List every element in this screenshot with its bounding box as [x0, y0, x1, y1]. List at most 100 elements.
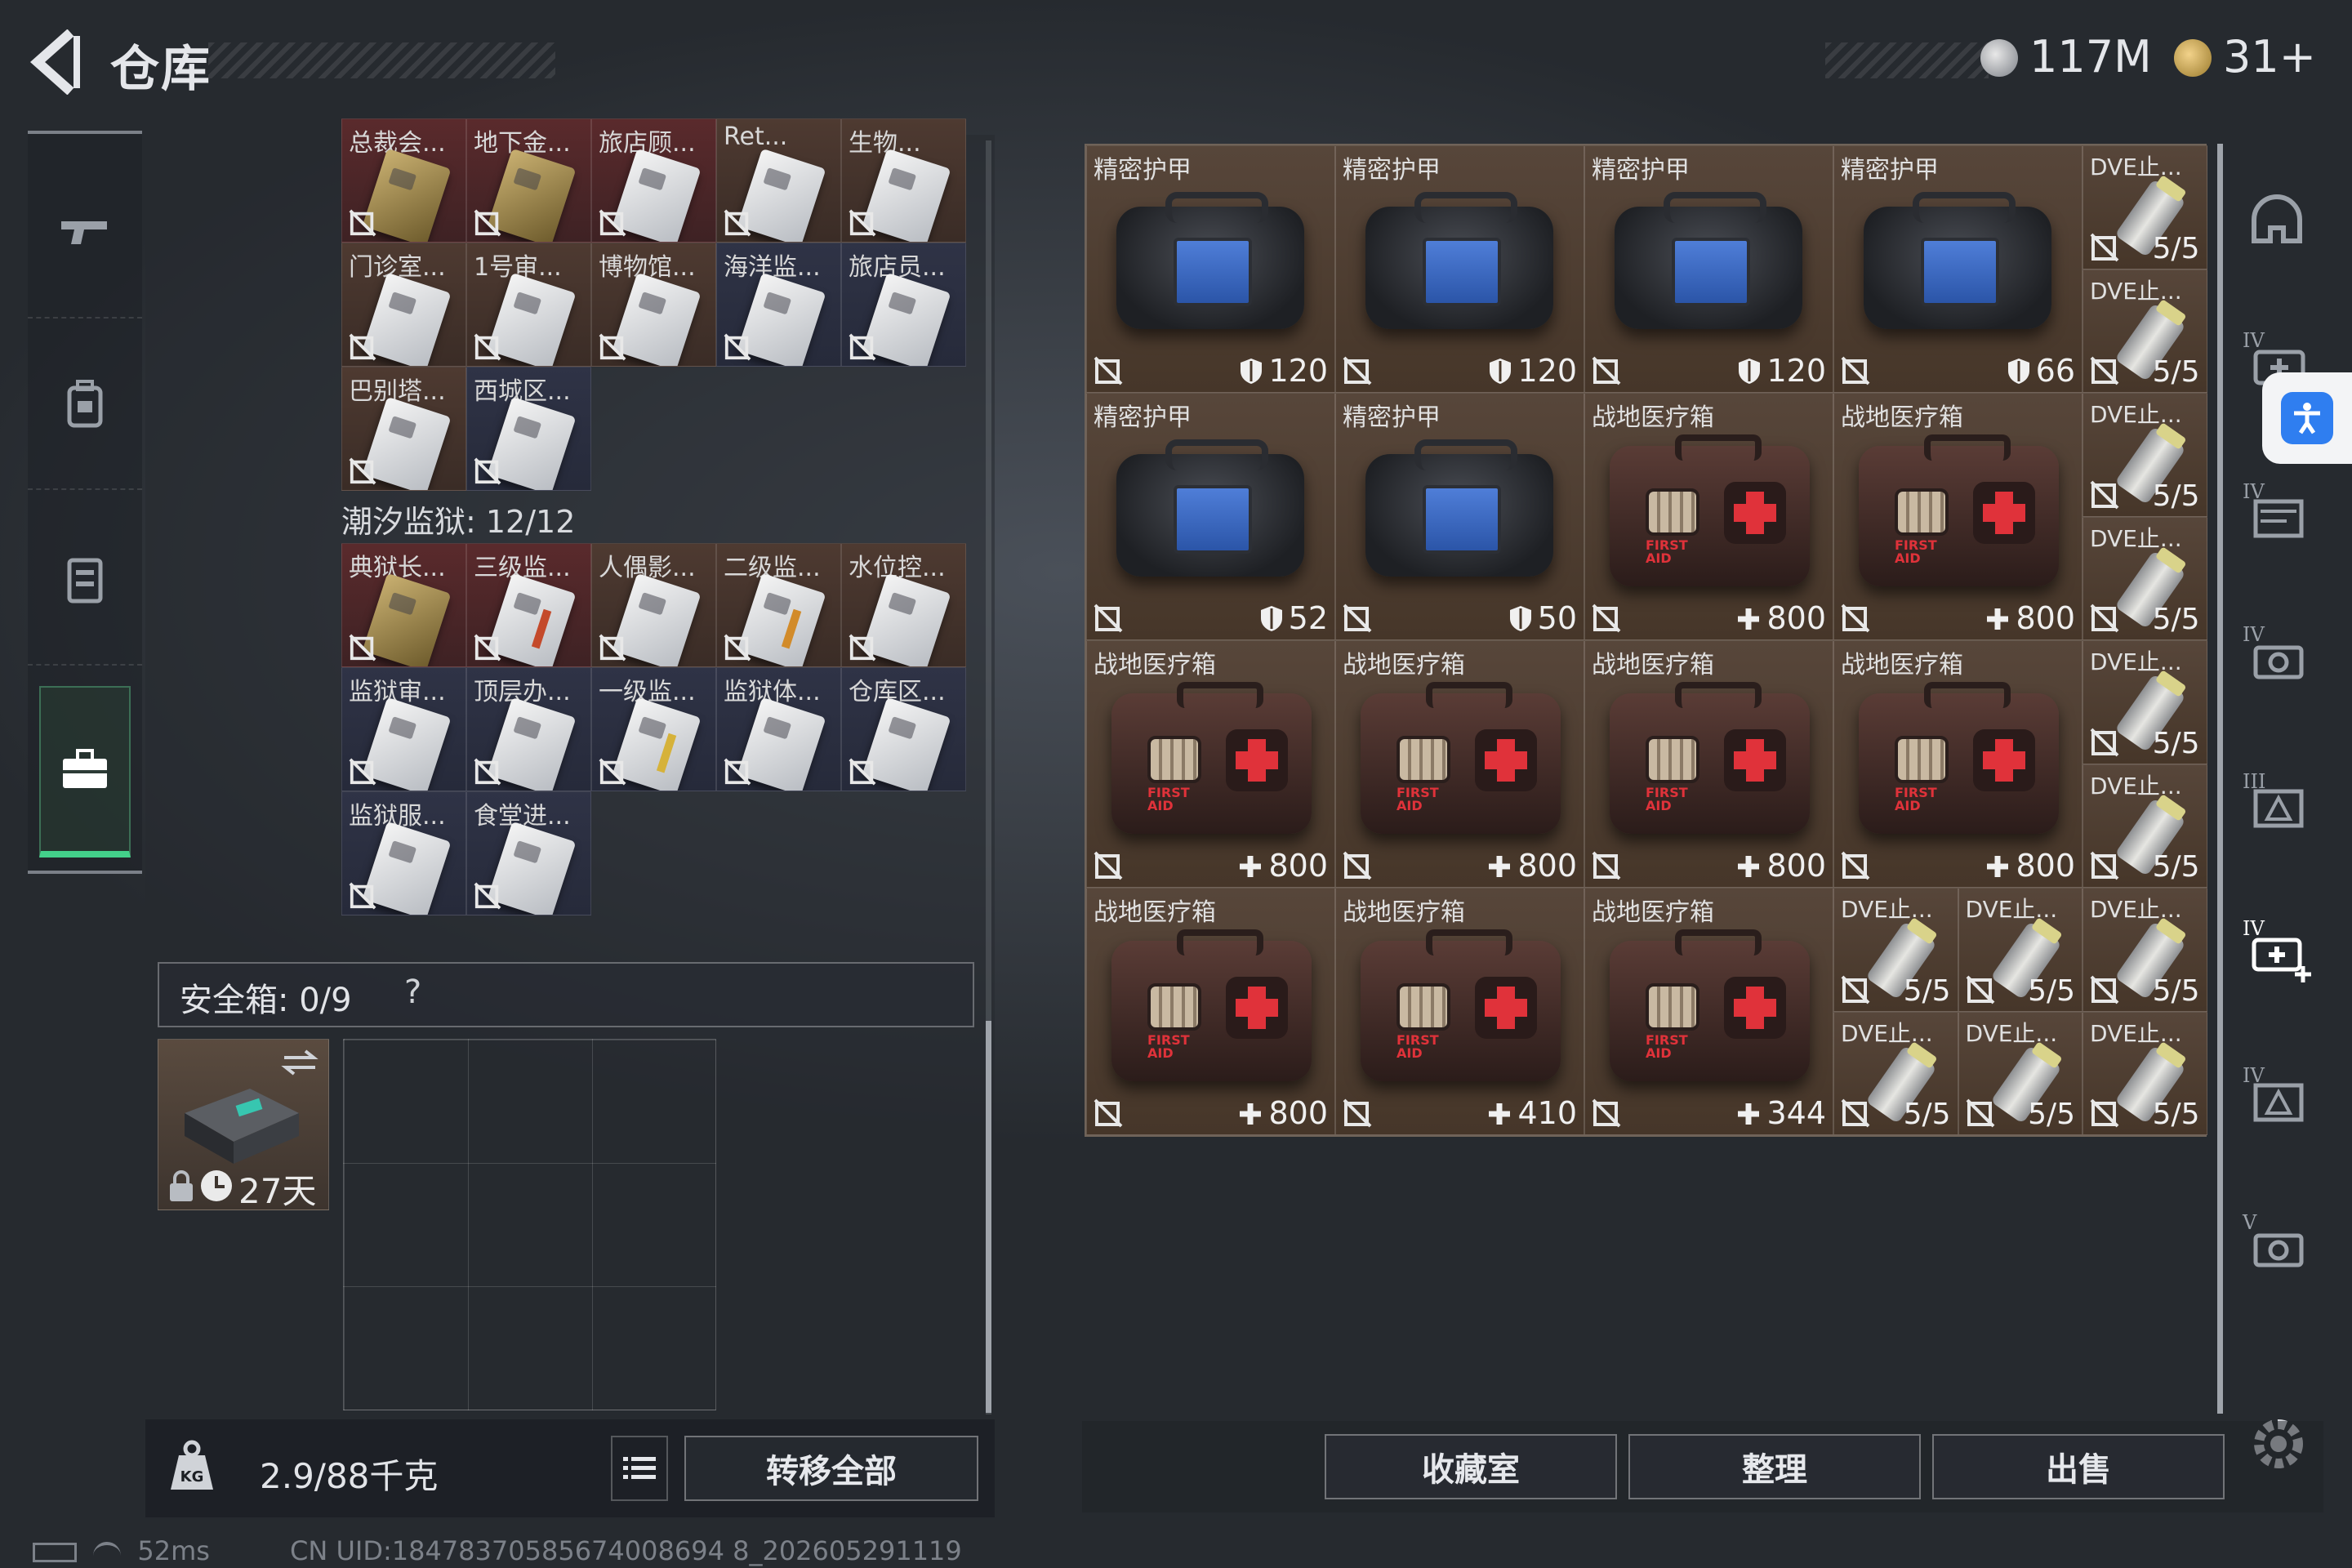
armor-item[interactable]: 精密护甲 120 [1584, 145, 1833, 393]
nav-armor[interactable] [28, 494, 142, 666]
key-card[interactable]: 监狱服... [341, 791, 466, 915]
sell-button[interactable]: 出售 [1932, 1434, 2225, 1499]
medkit-item[interactable]: 战地医疗箱 FIRST AID 800 [1833, 640, 2082, 888]
key-card[interactable]: 旅店员... [841, 243, 966, 367]
accessibility-button[interactable] [2262, 372, 2352, 464]
transfer-all-button[interactable]: 转移全部 [684, 1436, 978, 1501]
key-card[interactable]: 典狱长... [341, 543, 466, 667]
svg-text:IV: IV [2243, 623, 2265, 646]
armor-item[interactable]: 精密护甲 66 [1833, 145, 2082, 393]
key-card[interactable]: 水位控... [841, 543, 966, 667]
no-insure-icon [474, 457, 501, 485]
helmet-icon[interactable] [2238, 184, 2316, 262]
medkit-item[interactable]: 战地医疗箱 FIRST AID 410 [1335, 888, 1584, 1135]
nav-backpack[interactable] [28, 318, 142, 490]
svg-text:V: V [2242, 1211, 2257, 1234]
key-card[interactable]: 二级监... [716, 543, 841, 667]
key-card[interactable]: 海洋监... [716, 243, 841, 367]
medkit-item[interactable]: 战地医疗箱 FIRST AID 800 [1584, 393, 1833, 640]
item-name: DVE止... [1965, 896, 2058, 923]
IV-storage-icon[interactable]: IV [2238, 474, 2316, 552]
help-icon[interactable]: ? [404, 973, 421, 1011]
swap-icon[interactable] [281, 1048, 318, 1077]
painkiller-item[interactable]: DVE止... 5/5 [2082, 145, 2207, 270]
item-durability: 344 [1735, 1095, 1826, 1131]
V-camera-icon[interactable]: V [2238, 1205, 2316, 1283]
item-value: 800 [1268, 1095, 1328, 1131]
item-name: 精密护甲 [1343, 403, 1441, 432]
no-insure-icon [1094, 851, 1123, 880]
key-card[interactable]: Ret... [716, 118, 841, 243]
armor-item[interactable]: 精密护甲 120 [1086, 145, 1335, 393]
painkiller-item[interactable]: DVE止... 5/5 [1958, 888, 2082, 1012]
silver-coin-icon [1980, 39, 2018, 77]
painkiller-item[interactable]: DVE止... 5/5 [2082, 1011, 2207, 1135]
painkiller-item[interactable]: DVE止... 5/5 [2082, 516, 2207, 640]
armor-item[interactable]: 精密护甲 52 [1086, 393, 1335, 640]
key-card[interactable]: 生物... [841, 118, 966, 243]
storage-scrollbar-thumb[interactable] [986, 1021, 991, 1413]
key-card[interactable]: 博物馆... [591, 243, 716, 367]
key-card[interactable]: 1号审... [466, 243, 591, 367]
key-card[interactable]: 三级监... [466, 543, 591, 667]
medkit-item[interactable]: 战地医疗箱 FIRST AID 800 [1086, 640, 1335, 888]
item-value: 800 [2016, 600, 2075, 636]
nav-items[interactable] [39, 686, 131, 858]
item-name: DVE止... [2090, 524, 2182, 552]
plus-icon [1738, 856, 1760, 877]
organize-button[interactable]: 整理 [1628, 1434, 1921, 1499]
inventory-scrollbar-thumb[interactable] [2217, 144, 2223, 1414]
key-card[interactable]: 食堂进... [466, 791, 591, 915]
no-insure-icon [1592, 356, 1621, 385]
collection-room-button[interactable]: 收藏室 [1325, 1434, 1617, 1499]
key-card[interactable]: 人偶影... [591, 543, 716, 667]
painkiller-item[interactable]: DVE止... 5/5 [1833, 1011, 1958, 1135]
page-title: 仓库 [110, 41, 212, 98]
medkit-item[interactable]: 战地医疗箱 FIRST AID 800 [1584, 640, 1833, 888]
back-arrow-icon[interactable] [24, 29, 90, 95]
painkiller-item[interactable]: DVE止... 5/5 [2082, 640, 2207, 764]
painkiller-item[interactable]: DVE止... 5/5 [2082, 393, 2207, 517]
no-insure-icon [599, 758, 626, 786]
item-durability: 800 [1735, 600, 1826, 636]
item-name: 精密护甲 [1094, 156, 1192, 185]
medkit-item[interactable]: 战地医疗箱 FIRST AID 800 [1086, 888, 1335, 1135]
premium-currency-balance[interactable]: 31+ [2223, 31, 2316, 82]
key-card[interactable]: 顶层办... [466, 667, 591, 791]
key-card[interactable]: 仓库区... [841, 667, 966, 791]
painkiller-item[interactable]: DVE止... 5/5 [1958, 1011, 2082, 1135]
IV-warning-icon[interactable]: IV [2238, 1058, 2316, 1136]
painkiller-item[interactable]: DVE止... 5/5 [2082, 764, 2207, 888]
item-durability: 800 [1237, 1095, 1328, 1131]
key-card[interactable]: 门诊室... [341, 243, 466, 367]
list-view-button[interactable] [611, 1436, 668, 1501]
no-insure-icon [724, 209, 751, 237]
key-card[interactable]: 地下金... [466, 118, 591, 243]
shield-icon [1241, 359, 1263, 384]
key-card[interactable]: 旅店顾... [591, 118, 716, 243]
medkit-item[interactable]: 战地医疗箱 FIRST AID 800 [1335, 640, 1584, 888]
painkiller-item[interactable]: DVE止... 5/5 [1833, 888, 1958, 1012]
key-card[interactable]: 一级监... [591, 667, 716, 791]
key-card[interactable]: 监狱体... [716, 667, 841, 791]
item-name: 战地医疗箱 [1343, 651, 1465, 679]
IV-camera-icon[interactable]: IV [2238, 617, 2316, 695]
III-warning-icon[interactable]: III [2238, 764, 2316, 842]
armor-item[interactable]: 精密护甲 50 [1335, 393, 1584, 640]
medkit-image: FIRST AID [1361, 929, 1561, 1081]
key-card[interactable]: 监狱审... [341, 667, 466, 791]
key-card[interactable]: 西城区... [466, 367, 591, 491]
IV-medkit-add-icon[interactable]: IV [2238, 911, 2316, 989]
key-card[interactable]: 总裁会... [341, 118, 466, 243]
painkiller-item[interactable]: DVE止... 5/5 [2082, 888, 2207, 1012]
medkit-item[interactable]: 战地医疗箱 FIRST AID 344 [1584, 888, 1833, 1135]
armor-item[interactable]: 精密护甲 120 [1335, 145, 1584, 393]
painkiller-item[interactable]: DVE止... 5/5 [2082, 269, 2207, 393]
item-durability: 66 [2007, 353, 2075, 389]
item-name: 战地医疗箱 [1592, 898, 1714, 927]
medkit-image: FIRST AID [1361, 682, 1561, 834]
safe-box-grid[interactable] [343, 1039, 716, 1410]
nav-weapons[interactable] [28, 147, 142, 318]
key-card[interactable]: 巴别塔... [341, 367, 466, 491]
medkit-item[interactable]: 战地医疗箱 FIRST AID 800 [1833, 393, 2082, 640]
